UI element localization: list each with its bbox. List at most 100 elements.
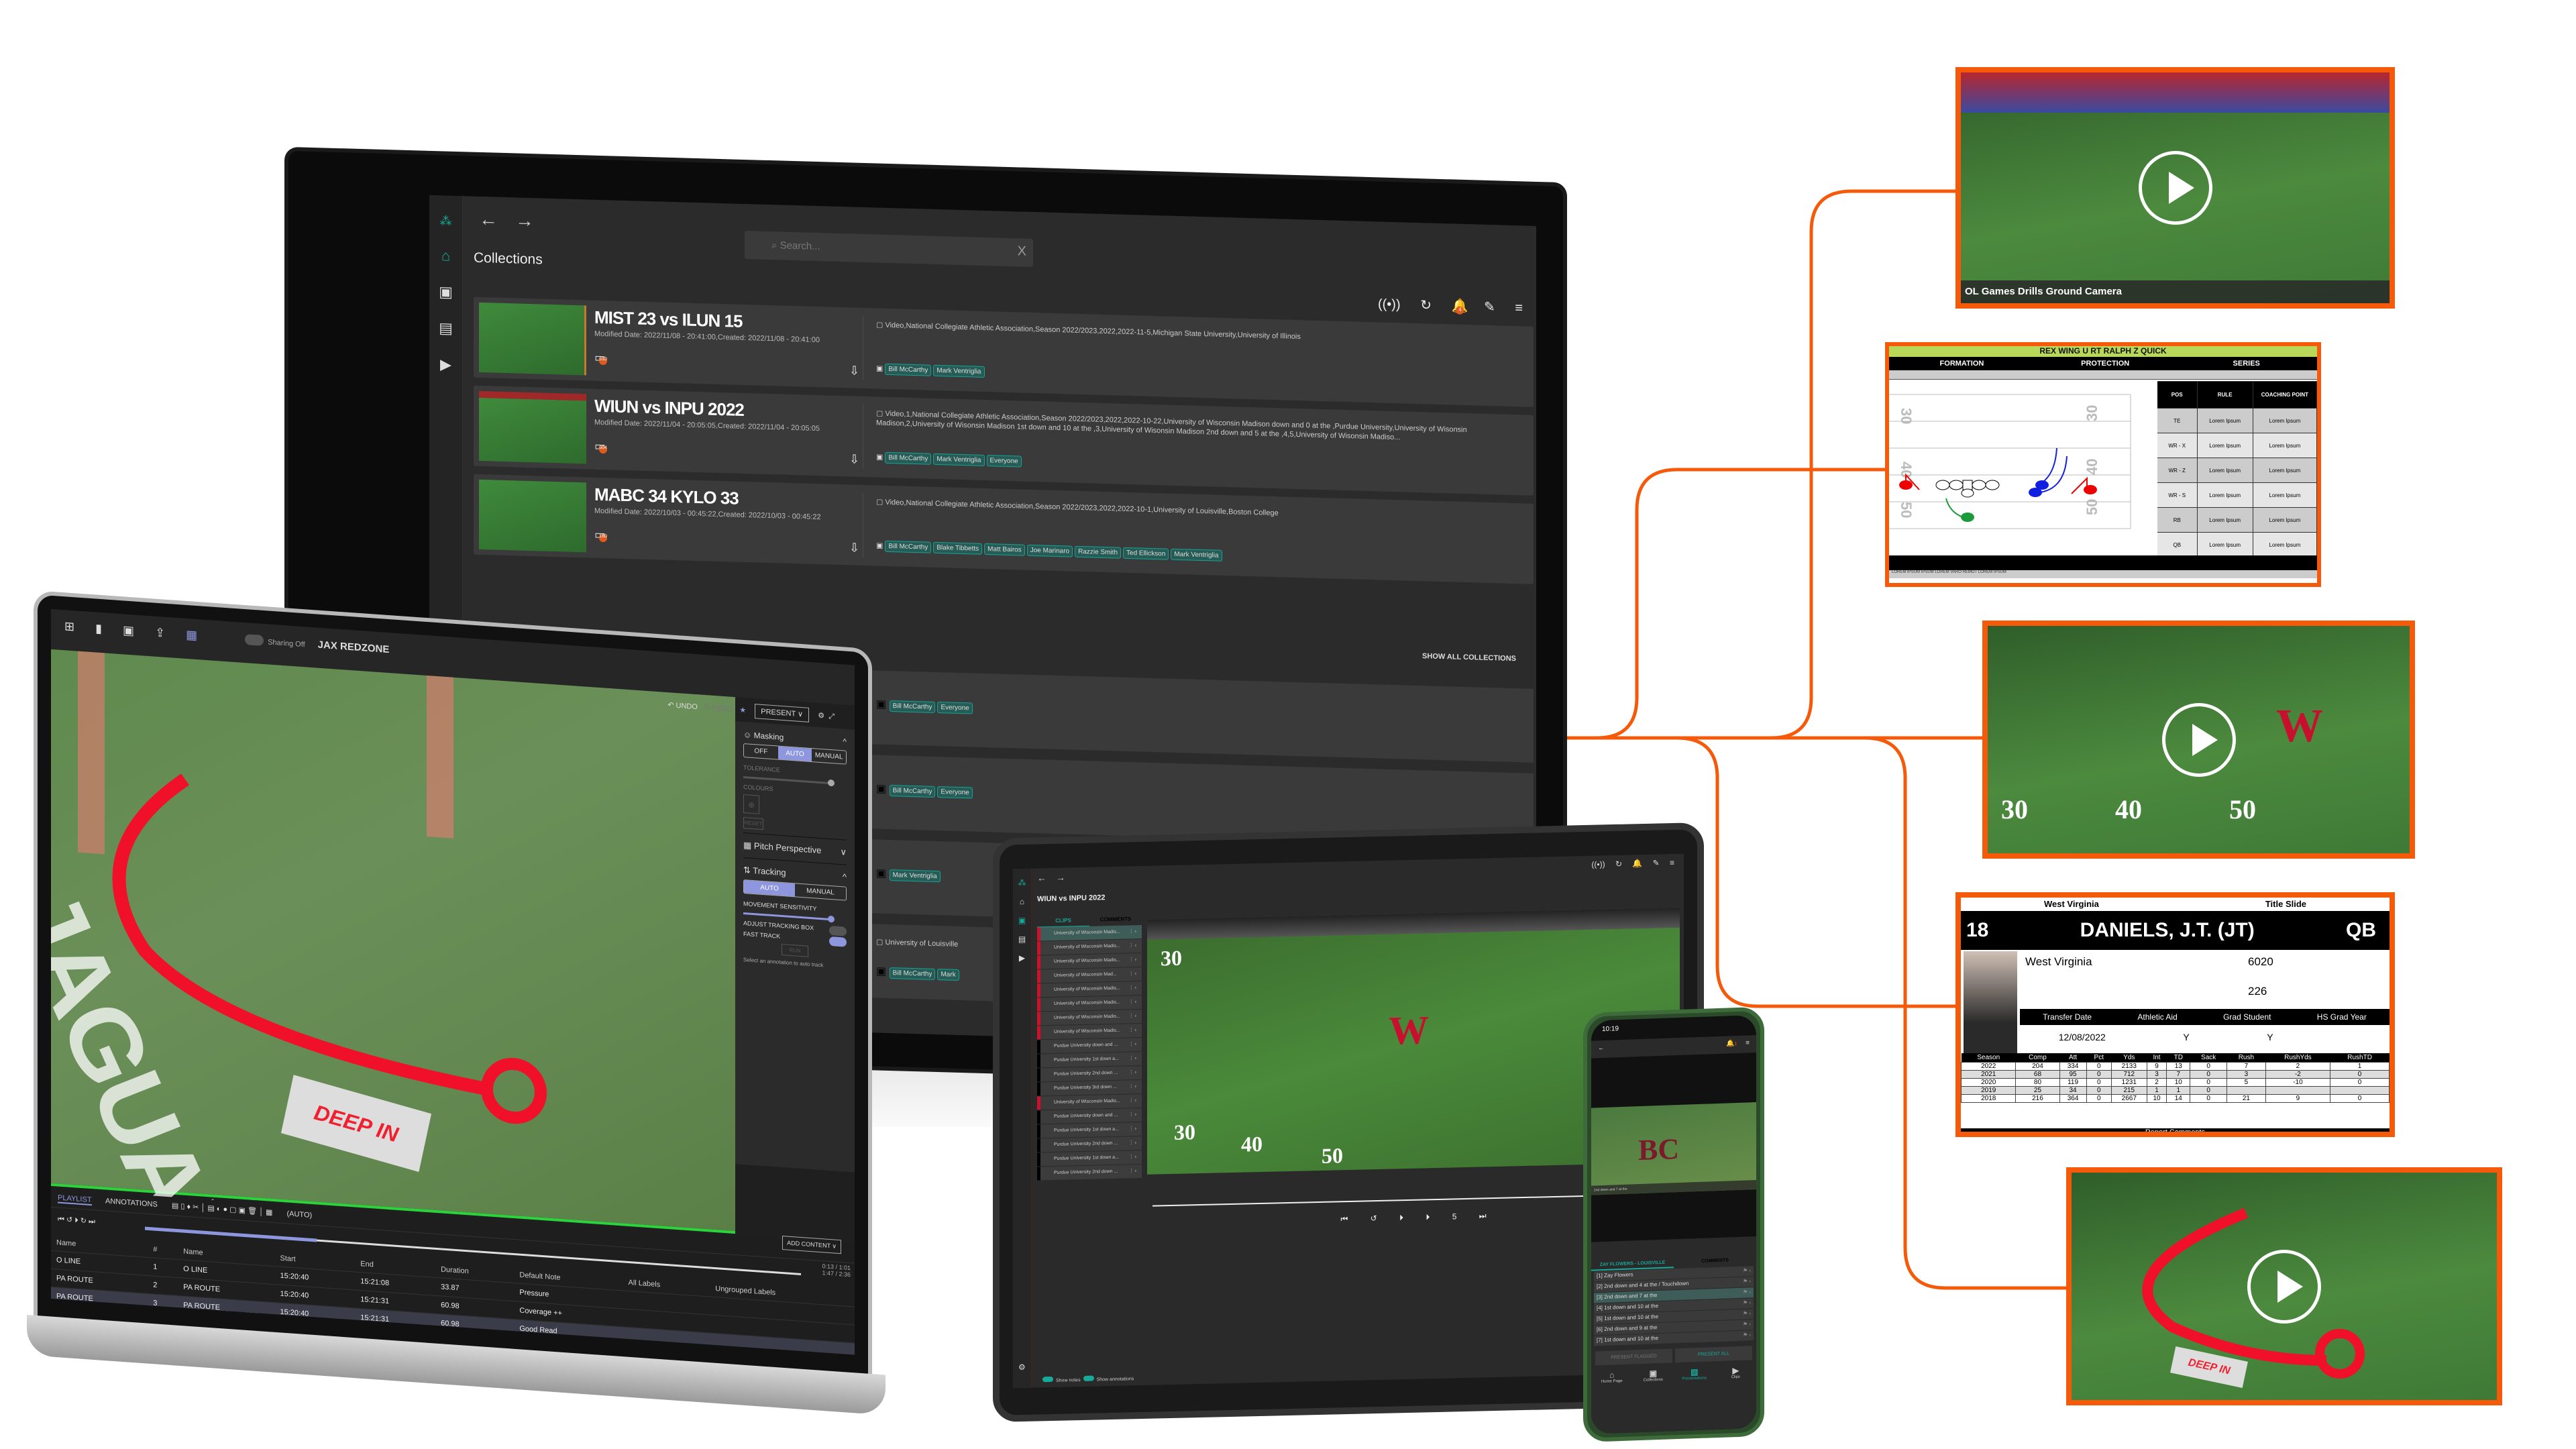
tab-annotations[interactable]: ANNOTATIONS bbox=[105, 1197, 158, 1208]
playback-controls[interactable]: ⏮ ↺ ⏵ ↻ ⏭ bbox=[58, 1216, 95, 1226]
collections-icon[interactable]: ▣ bbox=[1013, 916, 1031, 926]
fast-track-toggle[interactable] bbox=[829, 936, 847, 947]
menu-icon[interactable]: ≡ bbox=[1515, 301, 1523, 315]
clip-item[interactable]: University of Wisconsin Madis... bbox=[1037, 1023, 1142, 1040]
add-colour-button[interactable]: ⊕ bbox=[743, 794, 759, 814]
nav-clips[interactable]: ▶ Clips bbox=[1715, 1365, 1757, 1380]
refresh-icon[interactable]: ↻ bbox=[1420, 298, 1432, 313]
bell-icon[interactable]: 🔔 bbox=[1726, 1040, 1734, 1047]
collections-icon[interactable]: ▣ bbox=[429, 283, 462, 301]
video-preview-wisconsin[interactable]: W 30 40 50 bbox=[1982, 621, 2415, 859]
layout-icon[interactable]: ▦ bbox=[186, 628, 197, 642]
play-icon[interactable] bbox=[2161, 702, 2236, 777]
reset-button[interactable]: RESET bbox=[743, 816, 763, 830]
clip-item[interactable]: University of Wisconsin Madis... bbox=[1037, 953, 1142, 969]
nav-collections[interactable]: ▣ Collections bbox=[1633, 1368, 1674, 1383]
tag[interactable]: Bill McCarthy bbox=[885, 540, 932, 553]
presentations-icon[interactable]: ▤ bbox=[1013, 934, 1031, 945]
nav-arrows[interactable]: ←→ bbox=[1037, 871, 1075, 883]
run-button[interactable]: RUN bbox=[782, 943, 808, 957]
masking-auto[interactable]: AUTO bbox=[777, 746, 812, 762]
redo-button[interactable]: ↷ REDO bbox=[704, 704, 733, 714]
masking-manual[interactable]: MANUAL bbox=[812, 749, 846, 764]
undo-button[interactable]: ↶ UNDO bbox=[667, 701, 698, 711]
cloud-download-icon[interactable]: ⇩ bbox=[849, 541, 859, 555]
tag[interactable]: Everyone bbox=[937, 702, 973, 714]
clip-item[interactable]: Purdue University 2nd down ... bbox=[1037, 1164, 1142, 1181]
cloud-download-icon[interactable]: ⇩ bbox=[849, 364, 859, 378]
home-icon[interactable]: ⌂ bbox=[429, 247, 462, 265]
clip-item[interactable]: University of Wisconsin Madis... bbox=[1037, 924, 1142, 941]
clip-item[interactable]: Purdue University 1st down a... bbox=[1037, 1051, 1142, 1068]
video-preview-jaguars[interactable]: DEEP IN bbox=[2066, 1167, 2502, 1405]
show-annotations-toggle[interactable] bbox=[1083, 1375, 1094, 1381]
search-input[interactable]: ⌕ Search... X bbox=[745, 230, 1033, 268]
video-preview-drills[interactable]: OL Games Drills Ground Camera bbox=[1955, 67, 2395, 309]
tag[interactable]: Everyone bbox=[986, 455, 1022, 468]
cloud-download-icon[interactable]: ⇩ bbox=[849, 452, 859, 466]
gear-icon[interactable]: ⚙ bbox=[818, 712, 824, 720]
nav-presentations[interactable]: ▤ Presentations bbox=[1674, 1366, 1715, 1381]
tag[interactable]: Matt Bairos bbox=[984, 543, 1025, 556]
tag[interactable]: Bill McCarthy bbox=[889, 700, 936, 713]
gear-icon[interactable]: ⚙ bbox=[1018, 1362, 1026, 1372]
playback-controls[interactable]: ⏮ ↺ ⏵ ⏵ 5 ⏭ bbox=[1341, 1211, 1487, 1224]
home-icon[interactable]: ⌂ bbox=[1013, 897, 1031, 907]
clip-item[interactable]: University of Wisconsin Madis... bbox=[1037, 938, 1142, 955]
tolerance-slider[interactable] bbox=[743, 775, 832, 785]
present-button[interactable]: PRESENT ∨ bbox=[755, 704, 810, 722]
tag[interactable]: Bill McCarthy bbox=[885, 451, 932, 465]
tag[interactable]: Mark Ventriglia bbox=[933, 453, 985, 466]
broadcast-icon[interactable]: ((•)) bbox=[1378, 297, 1401, 312]
tag[interactable]: Mark Ventriglia bbox=[1171, 548, 1222, 561]
sensitivity-slider[interactable] bbox=[743, 912, 832, 921]
tag[interactable]: Bill McCarthy bbox=[889, 967, 936, 980]
tag[interactable]: Blake Tibbetts bbox=[933, 541, 983, 555]
show-all-collections-link[interactable]: SHOW ALL COLLECTIONS bbox=[1422, 652, 1516, 663]
clip-item[interactable]: Purdue University 1st down a... bbox=[1037, 1150, 1142, 1167]
tracking-manual[interactable]: MANUAL bbox=[795, 883, 846, 900]
tag[interactable]: Everyone bbox=[937, 786, 973, 799]
clips-icon[interactable]: ▶ bbox=[429, 356, 462, 374]
clip-item[interactable]: Purdue University 3rd down ... bbox=[1037, 1079, 1142, 1096]
share-icon[interactable]: ⇪ bbox=[155, 626, 165, 640]
back-button[interactable]: ← bbox=[479, 209, 515, 231]
clip-item[interactable]: University of Wisconsin Madis... bbox=[1037, 1093, 1142, 1110]
sharing-toggle[interactable] bbox=[245, 634, 264, 647]
tag[interactable]: Mark Ventriglia bbox=[889, 869, 941, 883]
forward-button[interactable]: → bbox=[515, 209, 551, 231]
present-all-button[interactable]: PRESENT ALL bbox=[1675, 1346, 1752, 1363]
open-icon[interactable]: ▮ bbox=[95, 621, 102, 635]
presentations-icon[interactable]: ▤ bbox=[429, 319, 462, 337]
tag[interactable]: Bill McCarthy bbox=[885, 363, 932, 376]
play-icon[interactable] bbox=[2138, 151, 2212, 225]
tag[interactable]: Razzie Smith bbox=[1075, 545, 1122, 559]
menu-icon[interactable]: ≡ bbox=[1746, 1039, 1750, 1046]
clip-item[interactable]: Purdue University 2nd down ... bbox=[1037, 1136, 1142, 1152]
tag[interactable]: Ted Ellickson bbox=[1123, 547, 1169, 560]
new-icon[interactable]: ⊞ bbox=[64, 619, 74, 633]
play-icon[interactable] bbox=[2247, 1249, 2321, 1324]
clip-item[interactable]: University of Wisconsin Madis... bbox=[1037, 981, 1142, 998]
show-notes-toggle[interactable] bbox=[1042, 1376, 1053, 1383]
clip-item[interactable]: Purdue University 2nd down ... bbox=[1037, 1065, 1142, 1082]
clip-item[interactable]: Purdue University down and ... bbox=[1037, 1108, 1142, 1124]
back-button[interactable]: ← bbox=[1598, 1044, 1605, 1052]
tag[interactable]: Bill McCarthy bbox=[889, 785, 936, 798]
clear-search-icon[interactable]: X bbox=[1018, 244, 1026, 259]
present-flagged-button[interactable]: PRESENT FLAGGED bbox=[1595, 1348, 1672, 1366]
clip-item[interactable]: University of Wisconsin Madis... bbox=[1037, 1009, 1142, 1026]
edit-icon[interactable]: ✎ bbox=[1484, 300, 1495, 315]
clip-item[interactable]: Purdue University down and ... bbox=[1037, 1037, 1142, 1054]
tracking-auto[interactable]: AUTO bbox=[744, 880, 795, 897]
tab-playlist[interactable]: PLAYLIST bbox=[58, 1193, 92, 1206]
clip-item[interactable]: Purdue University 1st down a... bbox=[1037, 1122, 1142, 1138]
nav-home[interactable]: ⌂ Home Page bbox=[1591, 1369, 1633, 1384]
expand-icon[interactable]: ⤢ bbox=[828, 712, 835, 721]
video-canvas[interactable]: JAGUARS DEEP IN bbox=[51, 649, 735, 1348]
clips-icon[interactable]: ▶ bbox=[1013, 953, 1031, 963]
save-icon[interactable]: ▣ bbox=[123, 623, 134, 637]
star-icon[interactable]: ★ bbox=[739, 706, 746, 715]
clip-item[interactable]: University of Wisconsin Madis... bbox=[1037, 995, 1142, 1012]
masking-off[interactable]: OFF bbox=[744, 744, 778, 759]
